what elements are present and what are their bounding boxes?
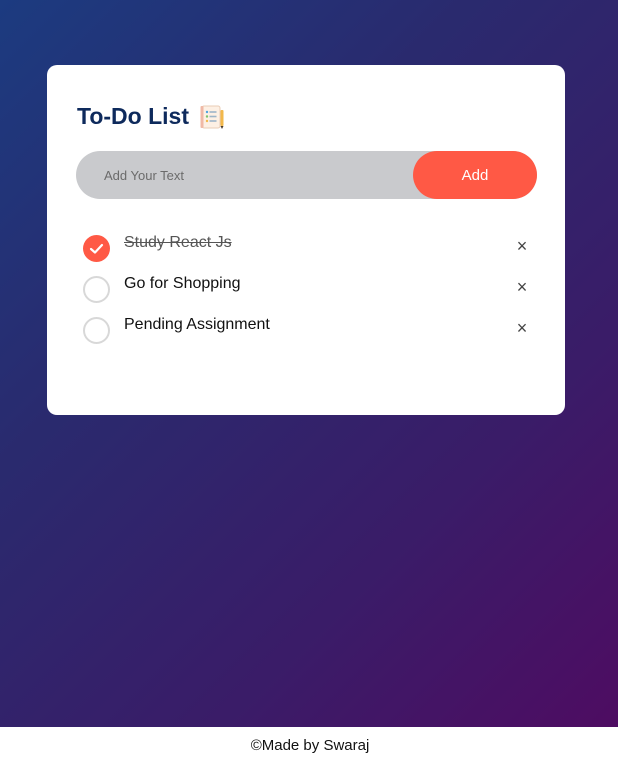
page-title: To-Do List: [77, 103, 189, 129]
close-icon[interactable]: ×: [513, 319, 531, 337]
list-item[interactable]: Pending Assignment ×: [83, 314, 533, 355]
checked-circle-icon[interactable]: [83, 235, 110, 262]
todo-text[interactable]: Pending Assignment: [124, 316, 270, 334]
todo-list: Study React Js × Go for Shopping × Pendi…: [83, 232, 533, 355]
close-icon[interactable]: ×: [513, 278, 531, 296]
todo-card: To-Do List Add Your Text Add Study React…: [47, 65, 565, 415]
background: To-Do List Add Your Text Add Study React…: [0, 0, 620, 727]
title-row: To-Do List: [77, 103, 225, 130]
footer: ©Made by Swaraj: [0, 727, 620, 763]
todo-text[interactable]: Go for Shopping: [124, 275, 241, 293]
close-icon[interactable]: ×: [513, 237, 531, 255]
add-button[interactable]: Add: [413, 151, 537, 199]
todo-text[interactable]: Study React Js: [124, 234, 232, 252]
list-item[interactable]: Study React Js ×: [83, 232, 533, 273]
footer-credit: ©Made by Swaraj: [250, 737, 370, 754]
notepad-list-icon: [199, 104, 225, 130]
unchecked-circle-icon[interactable]: [83, 317, 110, 344]
task-input[interactable]: [76, 151, 406, 199]
add-task-bar: Add: [76, 151, 537, 199]
unchecked-circle-icon[interactable]: [83, 276, 110, 303]
list-item[interactable]: Go for Shopping ×: [83, 273, 533, 314]
